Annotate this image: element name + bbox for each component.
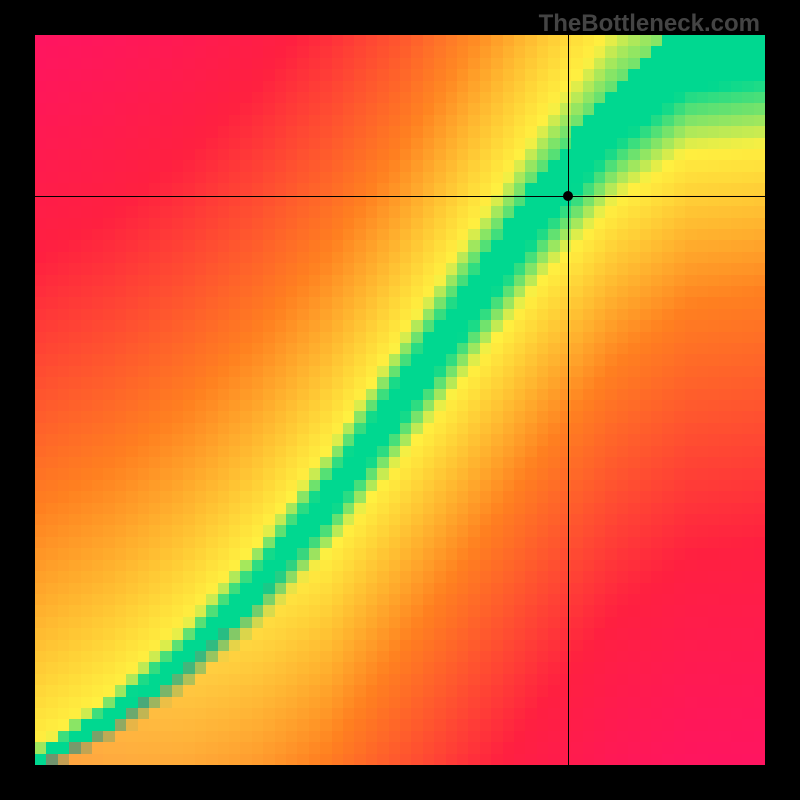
crosshair-vertical [568, 35, 569, 765]
heatmap-chart [35, 35, 765, 765]
marker-point [563, 191, 573, 201]
watermark-text: TheBottleneck.com [539, 10, 760, 38]
heatmap-grid [35, 35, 765, 765]
crosshair-horizontal [35, 196, 765, 197]
